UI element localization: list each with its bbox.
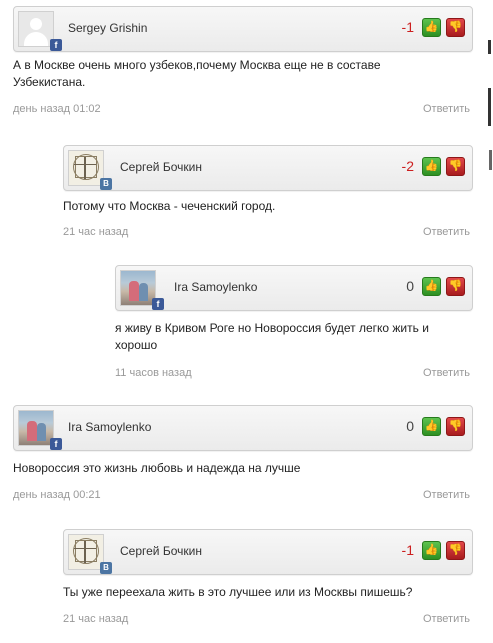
rating: 0 xyxy=(406,278,414,294)
comment-text: А в Москве очень много узбеков,почему Мо… xyxy=(13,58,381,89)
comment-time: день назад 00:21 xyxy=(13,489,101,501)
thumbs-down-icon[interactable]: 👎 xyxy=(446,417,465,436)
comment-header: B Сергей Бочкин -2 👍 👎 xyxy=(63,145,473,191)
thumbs-down-icon[interactable]: 👎 xyxy=(446,277,465,296)
author-name[interactable]: Сергей Бочкин xyxy=(120,160,202,174)
author-name[interactable]: Ira Samoylenko xyxy=(174,280,257,294)
comment-header: B Сергей Бочкин -1 👍 👎 xyxy=(63,529,473,575)
vk-icon: B xyxy=(100,178,112,190)
facebook-icon: f xyxy=(50,39,62,51)
rating: -1 xyxy=(401,19,414,35)
thumbs-down-icon[interactable]: 👎 xyxy=(446,18,465,37)
author-name[interactable]: Ira Samoylenko xyxy=(68,420,151,434)
comment-time: день назад 01:02 xyxy=(13,103,101,115)
avatar[interactable] xyxy=(68,534,104,570)
comment-time: 21 час назад xyxy=(63,613,129,625)
edge-mark xyxy=(489,150,492,170)
thumbs-down-icon[interactable]: 👎 xyxy=(446,157,465,176)
rating: -2 xyxy=(401,158,414,174)
author-name[interactable]: Sergey Grishin xyxy=(68,21,147,35)
avatar[interactable] xyxy=(120,270,156,306)
reply-link[interactable]: Ответить xyxy=(410,103,470,115)
avatar[interactable] xyxy=(18,11,54,47)
vk-icon: B xyxy=(100,562,112,574)
avatar[interactable] xyxy=(18,410,54,446)
reply-link[interactable]: Ответить xyxy=(410,489,470,501)
facebook-icon: f xyxy=(50,438,62,450)
edge-mark xyxy=(488,40,491,54)
thumbs-up-icon[interactable]: 👍 xyxy=(422,157,441,176)
reply-link[interactable]: Ответить xyxy=(410,367,470,379)
comment-time: 21 час назад xyxy=(63,226,129,238)
comment-header: f Sergey Grishin -1 👍 👎 xyxy=(13,6,473,52)
thumbs-up-icon[interactable]: 👍 xyxy=(422,277,441,296)
rating: -1 xyxy=(401,542,414,558)
rating: 0 xyxy=(406,418,414,434)
comment-text: я живу в Кривом Роге но Новороссия будет… xyxy=(115,321,429,352)
reply-link[interactable]: Ответить xyxy=(410,226,470,238)
comment-text: Новороссия это жизнь любовь и надежда на… xyxy=(13,461,301,475)
reply-link[interactable]: Ответить xyxy=(410,613,470,625)
comment-text: Ты уже переехала жить в это лучшее или и… xyxy=(63,585,413,599)
thumbs-up-icon[interactable]: 👍 xyxy=(422,541,441,560)
facebook-icon: f xyxy=(152,298,164,310)
thumbs-up-icon[interactable]: 👍 xyxy=(422,417,441,436)
thumbs-down-icon[interactable]: 👎 xyxy=(446,541,465,560)
comment-header: f Ira Samoylenko 0 👍 👎 xyxy=(13,405,473,451)
thumbs-up-icon[interactable]: 👍 xyxy=(422,18,441,37)
comment-text: Потому что Москва - чеченский город. xyxy=(63,199,276,213)
comment-header: f Ira Samoylenko 0 👍 👎 xyxy=(115,265,473,311)
avatar[interactable] xyxy=(68,150,104,186)
author-name[interactable]: Сергей Бочкин xyxy=(120,544,202,558)
comment-time: 11 часов назад xyxy=(115,367,192,379)
edge-mark xyxy=(488,88,491,126)
